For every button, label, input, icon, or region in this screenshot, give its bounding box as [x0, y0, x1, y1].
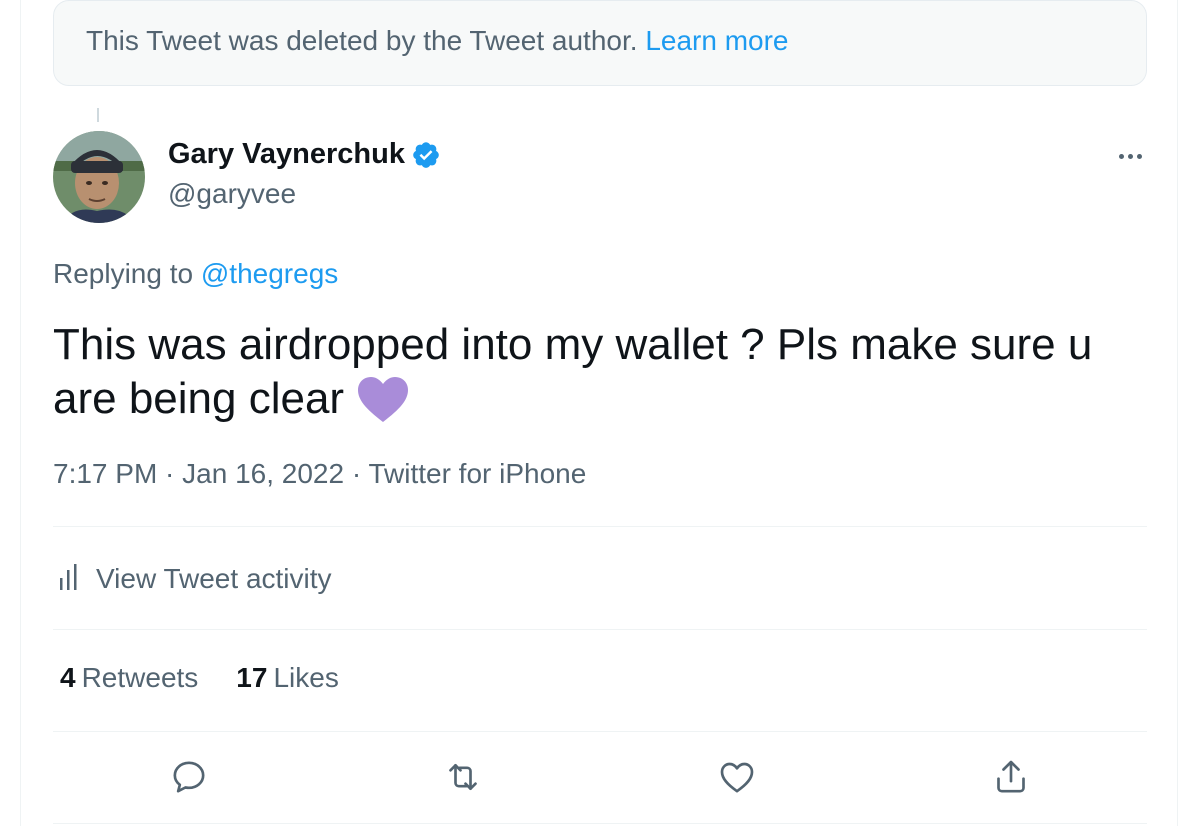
likes-stat[interactable]: 17 Likes — [236, 662, 339, 694]
view-tweet-activity-button[interactable]: View Tweet activity — [58, 560, 332, 597]
replying-to: Replying to @thegregs — [53, 258, 338, 290]
divider — [53, 629, 1147, 630]
analytics-icon — [58, 560, 82, 597]
tweet-timestamp[interactable]: 7:17 PM · Jan 16, 2022 · Twitter for iPh… — [53, 458, 586, 490]
thread-connector — [97, 108, 99, 122]
tweet-stats: 4 Retweets 17 Likes — [60, 662, 339, 694]
reply-mention-link[interactable]: @thegregs — [201, 258, 338, 289]
reply-icon[interactable] — [169, 757, 209, 797]
retweets-label: Retweets — [81, 662, 199, 693]
view-tweet-activity-label: View Tweet activity — [96, 562, 332, 594]
deleted-tweet-notice: This Tweet was deleted by the Tweet auth… — [53, 0, 1147, 86]
replying-to-label: Replying to — [53, 258, 194, 289]
divider — [53, 823, 1147, 824]
more-options-button[interactable] — [1110, 146, 1150, 166]
more-dot-icon — [1118, 153, 1124, 159]
divider — [53, 526, 1147, 527]
retweets-count: 4 — [60, 662, 76, 693]
learn-more-link[interactable]: Learn more — [645, 25, 788, 56]
like-icon[interactable] — [717, 757, 757, 797]
divider — [53, 731, 1147, 732]
tweet-body: This was airdropped into my wallet ? Pls… — [53, 320, 1093, 423]
retweet-icon[interactable] — [443, 757, 483, 797]
tweet-page: This Tweet was deleted by the Tweet auth… — [0, 0, 1200, 826]
share-icon[interactable] — [991, 757, 1031, 797]
author-name[interactable]: Gary Vaynerchuk — [168, 138, 441, 171]
more-dot-icon — [1127, 153, 1133, 159]
more-dot-icon — [1136, 153, 1142, 159]
retweets-stat[interactable]: 4 Retweets — [60, 662, 198, 694]
verified-badge-icon — [411, 140, 441, 170]
likes-count: 17 — [236, 662, 268, 693]
purple-heart-emoji-icon — [356, 375, 410, 425]
deleted-notice-text: This Tweet was deleted by the Tweet auth… — [86, 25, 638, 56]
likes-label: Likes — [273, 662, 339, 693]
tweet-text: This was airdropped into my wallet ? Pls… — [53, 318, 1133, 426]
author-handle[interactable]: @garyvee — [168, 178, 296, 210]
avatar[interactable] — [53, 131, 145, 223]
author-name-text: Gary Vaynerchuk — [168, 138, 405, 170]
